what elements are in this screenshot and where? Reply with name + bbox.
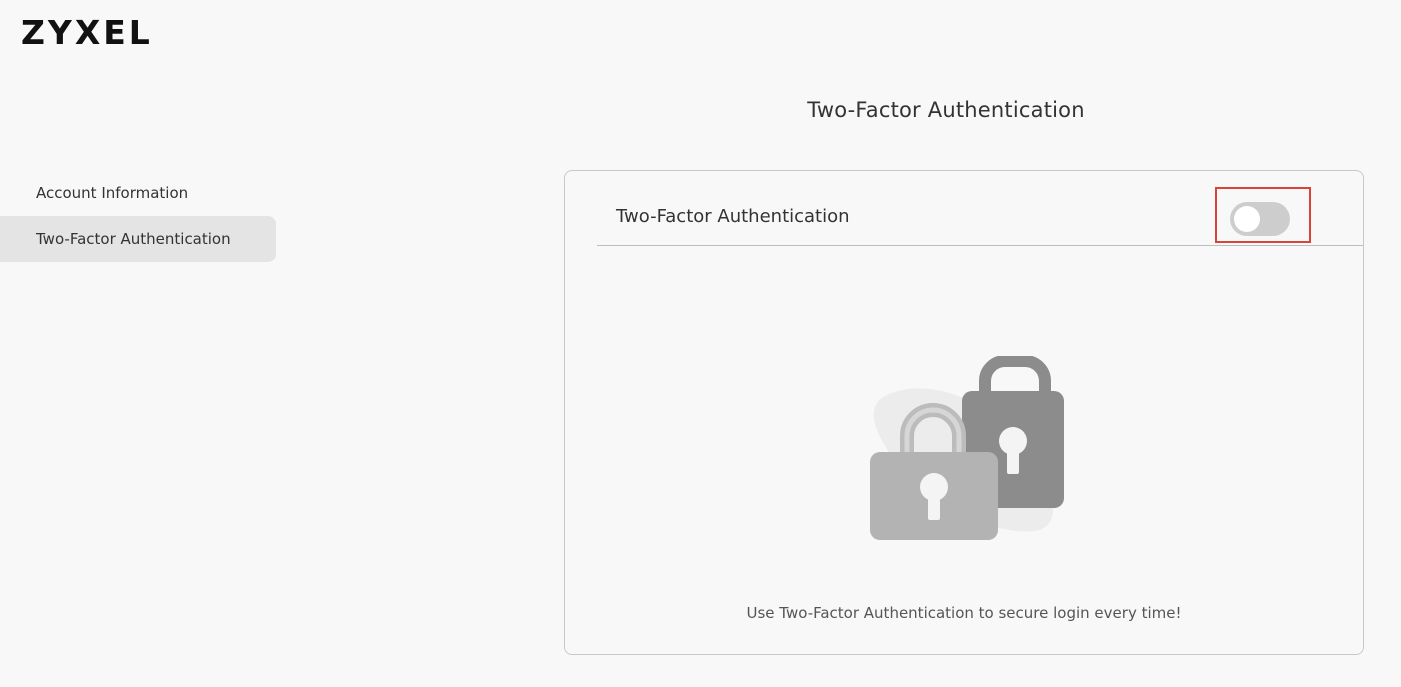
sidebar-item-two-factor-authentication[interactable]: Two-Factor Authentication <box>0 216 276 262</box>
two-factor-toggle[interactable] <box>1230 202 1290 236</box>
sidebar: Account Information Two-Factor Authentic… <box>0 170 276 262</box>
sidebar-item-account-information[interactable]: Account Information <box>0 170 276 216</box>
card-header-label: Two-Factor Authentication <box>616 206 850 227</box>
sidebar-item-label: Two-Factor Authentication <box>36 230 231 248</box>
sidebar-item-label: Account Information <box>36 184 189 202</box>
padlocks-illustration <box>870 356 1064 540</box>
zyxel-logo: ZYXEL <box>21 14 153 48</box>
page-title: Two-Factor Authentication <box>807 98 1085 122</box>
page: ZYXEL Account Information Two-Factor Aut… <box>0 0 1401 687</box>
two-factor-card: Two-Factor Authentication Use Two-Factor… <box>564 170 1364 655</box>
svg-text:ZYXEL: ZYXEL <box>21 14 153 48</box>
card-caption: Use Two-Factor Authentication to secure … <box>746 604 1182 622</box>
toggle-knob <box>1234 206 1260 232</box>
